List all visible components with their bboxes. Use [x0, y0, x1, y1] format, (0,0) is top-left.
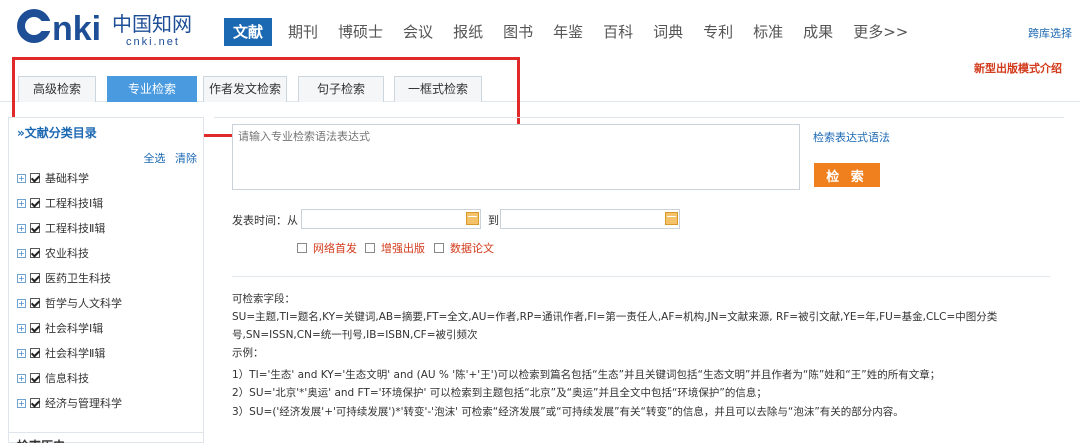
tab-single-box-search[interactable]: 一框式检索 — [394, 76, 482, 102]
tab-sentence-search[interactable]: 句子检索 — [298, 76, 384, 102]
expand-icon[interactable]: + — [17, 273, 26, 283]
expand-icon[interactable]: + — [17, 298, 26, 308]
category-label[interactable]: 医药卫生科技 — [45, 270, 111, 286]
example-line: 2）SU='北京'*'奥运' and FT='环境保护' 可以检索到主题包括“北… — [232, 387, 767, 399]
new-publishing-mode-link[interactable]: 新型出版模式介绍 — [974, 60, 1062, 76]
checkbox[interactable] — [297, 243, 307, 253]
option-data-paper[interactable]: 数据论文 — [434, 240, 494, 256]
expand-icon[interactable]: + — [17, 248, 26, 258]
category-label[interactable]: 农业科技 — [45, 245, 89, 261]
category-checkbox[interactable] — [30, 273, 40, 283]
checkbox[interactable] — [365, 243, 375, 253]
expand-icon[interactable]: + — [17, 348, 26, 358]
calendar-icon[interactable] — [665, 212, 678, 225]
cross-db-select-link[interactable]: 跨库选择 — [1028, 25, 1072, 41]
option-label[interactable]: 网络首发 — [313, 240, 357, 256]
date-from-input[interactable] — [301, 209, 481, 229]
example-line: 3）SU=('经济发展'+'可持续发展')*'转变'-'泡沫' 可检索“经济发展… — [232, 406, 904, 418]
search-button[interactable]: 检 索 — [814, 163, 880, 187]
category-checkbox[interactable] — [30, 323, 40, 333]
calendar-icon[interactable] — [466, 212, 479, 225]
option-label[interactable]: 数据论文 — [450, 240, 494, 256]
option-label[interactable]: 增强出版 — [381, 240, 425, 256]
nav-item-biaozhun[interactable]: 标准 — [753, 18, 783, 46]
select-all-link[interactable]: 全选 — [144, 152, 166, 165]
category-item: + 哲学与人文科学 — [17, 295, 122, 311]
svg-text:nki: nki — [52, 10, 101, 48]
fields-title: 可检索字段： — [232, 293, 295, 305]
category-item: + 医药卫生科技 — [17, 270, 111, 286]
example-line: 1）TI='生态' and KY='生态文明' and (AU % '陈'+'王… — [232, 369, 941, 381]
nav-item-more[interactable]: 更多>> — [853, 18, 908, 46]
cnki-logo[interactable]: nki 中国知网 cnki.net — [14, 4, 204, 50]
category-item: + 农业科技 — [17, 245, 89, 261]
category-checkbox[interactable] — [30, 348, 40, 358]
category-label[interactable]: 信息科技 — [45, 370, 89, 386]
nav-item-chengguo[interactable]: 成果 — [803, 18, 833, 46]
date-from-label: 发表时间：从 — [232, 214, 298, 227]
examples-title: 示例： — [232, 347, 264, 359]
svg-text:中国知网: 中国知网 — [112, 12, 192, 36]
category-label[interactable]: 哲学与人文科学 — [45, 295, 122, 311]
category-checkbox[interactable] — [30, 298, 40, 308]
tab-author-search[interactable]: 作者发文检索 — [203, 76, 287, 102]
category-checkbox[interactable] — [30, 373, 40, 383]
category-label[interactable]: 社会科学Ⅱ辑 — [45, 345, 105, 361]
expand-icon[interactable]: + — [17, 398, 26, 408]
header: nki 中国知网 cnki.net 文献 期刊 博硕士 会议 报纸 图书 年鉴 … — [0, 0, 1080, 56]
category-item: + 工程科技Ⅱ辑 — [17, 220, 105, 236]
date-to-input[interactable] — [500, 209, 680, 229]
category-sidebar: »文献分类目录 全选 清除 + 基础科学 + 工程科技Ⅰ辑 + 工程科技Ⅱ辑 + 农业科… — [8, 117, 204, 443]
nav-item-baozhi[interactable]: 报纸 — [453, 18, 483, 46]
category-item: + 工程科技Ⅰ辑 — [17, 195, 103, 211]
nav-item-tushu[interactable]: 图书 — [503, 18, 533, 46]
fields-line: 号,SN=ISSN,CN=统一刊号,IB=ISBN,CF=被引频次 — [232, 329, 478, 341]
category-checkbox[interactable] — [30, 173, 40, 183]
option-enhanced-publishing[interactable]: 增强出版 — [365, 240, 425, 256]
expand-icon[interactable]: + — [17, 373, 26, 383]
category-label[interactable]: 基础科学 — [45, 170, 89, 186]
category-checkbox[interactable] — [30, 198, 40, 208]
nav-item-zhuanli[interactable]: 专利 — [703, 18, 733, 46]
sidebar-title: »文献分类目录 — [17, 126, 97, 140]
search-history-panel[interactable]: 检索历史 — [8, 432, 204, 443]
fields-line: SU=主题,TI=题名,KY=关键词,AB=摘要,FT=全文,AU=作者,RP=… — [232, 311, 998, 323]
category-label[interactable]: 经济与管理科学 — [45, 395, 122, 411]
category-item: + 信息科技 — [17, 370, 89, 386]
category-item: + 经济与管理科学 — [17, 395, 122, 411]
clear-link[interactable]: 清除 — [175, 152, 197, 165]
expand-icon[interactable]: + — [17, 223, 26, 233]
nav-item-boshuoshi[interactable]: 博硕士 — [338, 18, 383, 46]
category-item: + 社会科学Ⅰ辑 — [17, 320, 103, 336]
svg-text:cnki.net: cnki.net — [126, 36, 180, 48]
nav-item-wenxian[interactable]: 文献 — [224, 18, 273, 46]
top-nav: 文献 期刊 博硕士 会议 报纸 图书 年鉴 百科 词典 专利 标准 成果 更多>… — [224, 18, 928, 46]
option-online-first[interactable]: 网络首发 — [297, 240, 357, 256]
date-to-label: 到 — [488, 214, 499, 227]
syntax-help-link[interactable]: 检索表达式语法 — [813, 129, 890, 145]
category-label[interactable]: 社会科学Ⅰ辑 — [45, 320, 103, 336]
category-label[interactable]: 工程科技Ⅱ辑 — [45, 220, 105, 236]
nav-item-cidian[interactable]: 词典 — [653, 18, 683, 46]
expand-icon[interactable]: + — [17, 323, 26, 333]
search-mode-tabbar: 高级检索 专业检索 作者发文检索 句子检索 一框式检索 新型出版模式介绍 — [0, 56, 1080, 102]
divider — [232, 276, 1050, 277]
query-expression-input[interactable] — [232, 124, 800, 190]
category-checkbox[interactable] — [30, 223, 40, 233]
tab-professional-search[interactable]: 专业检索 — [107, 76, 197, 102]
nav-item-nianjian[interactable]: 年鉴 — [553, 18, 583, 46]
nav-item-huiyi[interactable]: 会议 — [403, 18, 433, 46]
category-item: + 基础科学 — [17, 170, 89, 186]
tab-advanced-search[interactable]: 高级检索 — [18, 76, 96, 102]
nav-item-baike[interactable]: 百科 — [603, 18, 633, 46]
sidebar-select-links: 全选 清除 — [138, 150, 198, 166]
checkbox[interactable] — [434, 243, 444, 253]
nav-item-qikan[interactable]: 期刊 — [288, 18, 318, 46]
expand-icon[interactable]: + — [17, 173, 26, 183]
category-checkbox[interactable] — [30, 398, 40, 408]
expand-icon[interactable]: + — [17, 198, 26, 208]
category-label[interactable]: 工程科技Ⅰ辑 — [45, 195, 103, 211]
category-checkbox[interactable] — [30, 248, 40, 258]
category-item: + 社会科学Ⅱ辑 — [17, 345, 105, 361]
